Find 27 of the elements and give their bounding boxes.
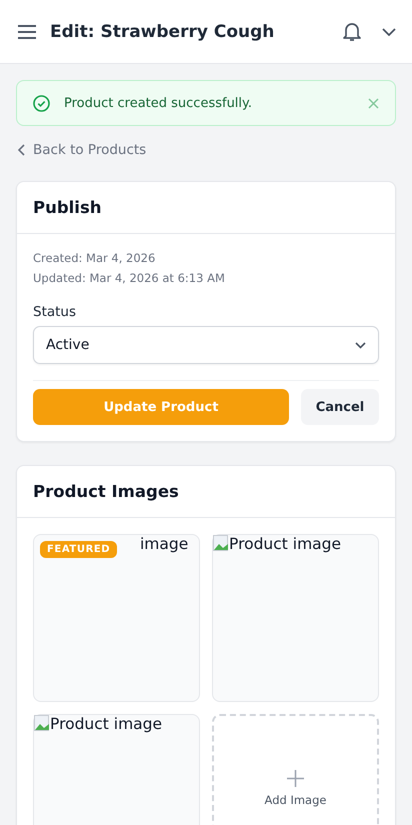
alt-text: image — [140, 535, 188, 553]
updated-date: Updated: Mar 4, 2026 at 6:13 AM — [33, 270, 226, 287]
created-date: Created: Mar 4, 2026 — [33, 250, 156, 267]
broken-image-icon — [34, 715, 50, 731]
card-title: Product Images — [17, 466, 395, 518]
alert-message: Product created successfully. — [64, 96, 254, 110]
page-title: Edit: Strawberry Cough — [50, 22, 276, 42]
back-link[interactable]: Back to Products — [33, 142, 146, 158]
alt-text: Product image — [229, 535, 342, 553]
chevron-down-icon[interactable] — [382, 28, 396, 36]
plus-icon — [287, 770, 304, 787]
featured-badge: FEATURED — [40, 541, 118, 558]
status-label: Status — [33, 304, 78, 320]
status-select[interactable]: Active — [33, 326, 379, 364]
cancel-button[interactable]: Cancel — [301, 389, 379, 425]
menu-icon[interactable] — [18, 24, 36, 38]
chevron-left-icon[interactable] — [18, 144, 25, 156]
add-image-button[interactable]: Add Image — [212, 714, 379, 825]
alt-text: Product image — [50, 715, 162, 733]
chevron-down-icon — [355, 342, 366, 348]
image-tile[interactable]: FEATURED image — [33, 534, 200, 702]
bell-icon[interactable] — [342, 21, 362, 42]
image-tile[interactable]: Product image — [212, 534, 379, 702]
card-title: Publish — [17, 182, 395, 234]
check-circle-icon — [33, 94, 50, 112]
broken-image-icon — [213, 535, 229, 551]
image-tile[interactable]: Product image — [33, 714, 200, 825]
